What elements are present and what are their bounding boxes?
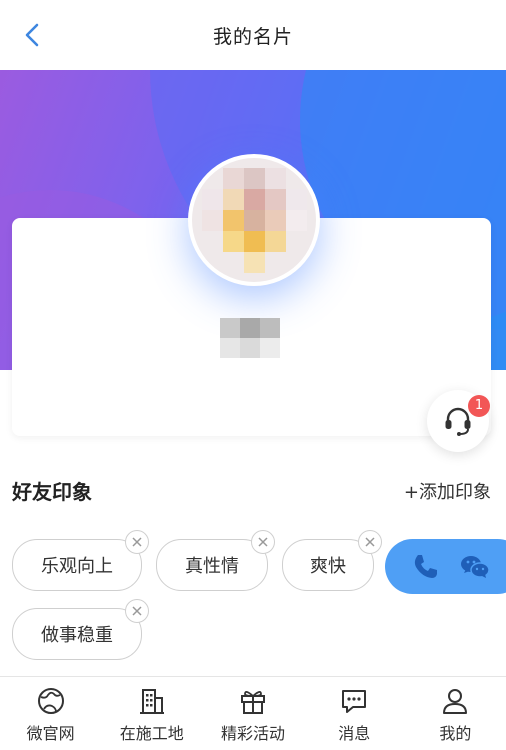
back-arrow-icon[interactable] [18, 20, 48, 50]
contact-actions [385, 539, 506, 594]
close-icon [132, 606, 142, 616]
globe-icon [37, 688, 64, 714]
avatar[interactable] [188, 154, 320, 286]
remove-tag-button[interactable] [358, 530, 382, 554]
remove-tag-button[interactable] [125, 530, 149, 554]
tab-messages[interactable]: 消息 [304, 677, 405, 750]
tab-activities[interactable]: 精彩活动 [202, 677, 303, 750]
page-title: 我的名片 [212, 25, 293, 48]
tag-label: 真性情 [185, 556, 239, 577]
phone-icon[interactable] [409, 551, 441, 583]
top-navbar: 我的名片 [0, 0, 506, 70]
user-icon [443, 689, 468, 714]
gift-icon [241, 691, 265, 714]
tag-label: 爽快 [310, 556, 346, 577]
tab-label: 精彩活动 [221, 724, 286, 743]
remove-tag-button[interactable] [125, 599, 149, 623]
close-icon [132, 537, 142, 547]
user-name [220, 318, 280, 358]
section-title: 好友印象 [12, 480, 92, 504]
avatar-image [192, 158, 316, 282]
close-icon [365, 537, 375, 547]
impression-tag: 乐观向上 [12, 539, 142, 591]
close-icon [258, 537, 268, 547]
remove-tag-button[interactable] [251, 530, 275, 554]
tab-label: 在施工地 [119, 724, 184, 743]
tab-micro-site[interactable]: 微官网 [0, 677, 101, 750]
tag-label: 乐观向上 [41, 556, 113, 577]
tab-mine[interactable]: 我的 [405, 677, 506, 750]
message-icon [342, 690, 367, 713]
tab-label: 消息 [338, 724, 371, 743]
wechat-icon[interactable] [459, 551, 491, 583]
add-impression-link[interactable]: +添加印象 [404, 478, 491, 504]
tab-construction-sites[interactable]: 在施工地 [101, 677, 202, 750]
building-icon [139, 689, 164, 714]
tag-label: 做事稳重 [41, 625, 113, 646]
tab-label: 微官网 [26, 724, 75, 743]
notification-badge: 1 [468, 395, 490, 417]
bottom-tab-bar: 微官网 在施工地 精彩活动 消息 我的 [0, 676, 506, 750]
tab-label: 我的 [439, 724, 472, 743]
impression-tag: 做事稳重 [12, 608, 142, 660]
